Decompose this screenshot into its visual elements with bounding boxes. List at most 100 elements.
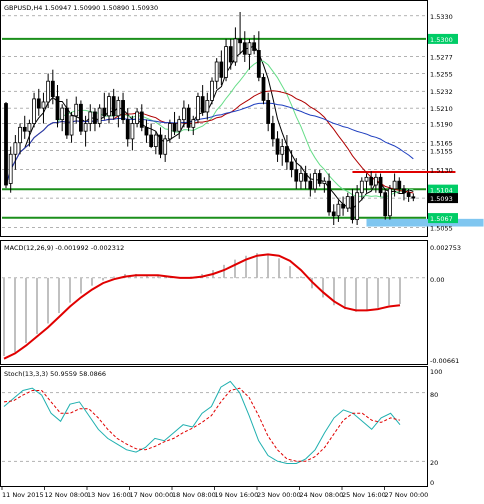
candle-body — [378, 176, 383, 194]
candle-body — [224, 46, 228, 78]
candle-body — [32, 98, 36, 124]
candle-body — [303, 173, 308, 182]
macd-axis-top: 0.002753 — [430, 244, 461, 252]
candle-body — [46, 80, 51, 103]
price-tick-label: 1.5232 — [430, 88, 453, 96]
candle-body — [336, 203, 341, 217]
stoch-axis-20: 20 — [430, 459, 438, 467]
price-tick-label: 1.5130 — [430, 167, 453, 175]
stoch-main-line — [3, 380, 401, 464]
candle-body — [97, 107, 102, 124]
macd-panel-frame — [0, 240, 428, 365]
stoch-axis-100: 100 — [430, 368, 442, 376]
candle-body — [397, 180, 402, 190]
candle-body — [107, 96, 111, 117]
candle-body — [18, 126, 22, 144]
candle-body — [247, 42, 252, 55]
time-axis: 11 Nov 2015 12 Nov 08:0013 Nov 16:0017 No… — [1, 487, 429, 499]
candle-body — [238, 38, 242, 44]
candle-body — [364, 176, 369, 182]
time-tick-label: 23 Nov 00:00 — [257, 491, 301, 499]
candle-body — [275, 138, 280, 155]
candle-body — [27, 123, 32, 132]
time-tick-label: 24 Nov 08:00 — [300, 491, 344, 499]
time-tick-label: 19 Nov 16:00 — [215, 491, 259, 499]
macd-axis-zero: 0.00 — [430, 276, 444, 284]
stoch-panel — [2, 380, 426, 464]
candle-body — [261, 76, 266, 101]
macd-label: MACD(12,26,9) -0.001992 -0.002312 — [4, 244, 124, 252]
candle-body — [125, 119, 130, 140]
candle-body — [93, 111, 97, 124]
price-axis: 1.5330 1.5300 1.5277 1.5255 1.5232 1.5210 1.51… — [428, 13, 458, 232]
candle-body — [252, 42, 257, 51]
candle-body — [8, 153, 13, 184]
candle-body — [121, 100, 125, 121]
candle-body — [350, 196, 355, 221]
candle-body — [359, 180, 364, 194]
candle-body — [69, 115, 74, 136]
candle-body — [36, 98, 41, 109]
candle-body — [83, 123, 88, 132]
candle-body — [228, 46, 233, 63]
price-tick-label: 1.5255 — [430, 71, 453, 79]
candle-body — [406, 192, 411, 197]
stoch-panel-frame — [0, 366, 428, 487]
macd-axis-bottom: -0.00661 — [430, 357, 459, 365]
price-tick-label: 1.5300 — [430, 36, 453, 44]
candle-body — [196, 96, 200, 121]
stoch-label: Stoch(13,3,3) 50.9559 58.0866 — [4, 370, 106, 378]
candle-body — [102, 107, 107, 117]
candles — [4, 11, 416, 226]
candle-body — [285, 146, 289, 163]
candle-body — [392, 180, 397, 190]
candle-body — [355, 192, 360, 221]
candle-body — [167, 123, 172, 140]
time-tick-label: 11 Nov 2015 — [2, 491, 44, 499]
candle-body — [64, 107, 69, 136]
price-tick-label: 1.5155 — [430, 147, 453, 155]
candle-body — [411, 196, 416, 199]
candle-body — [369, 176, 374, 186]
time-tick-label: 12 Nov 08:00 — [45, 491, 89, 499]
price-tick-label: 1.5067 — [430, 215, 453, 223]
candle-body — [116, 100, 121, 117]
candle-body — [135, 111, 139, 124]
time-tick-label: 17 Nov 00:00 — [130, 491, 174, 499]
chart-window: 1.5330 1.5300 1.5277 1.5255 1.5232 1.5210 1.51… — [0, 0, 484, 500]
candle-body — [383, 192, 388, 217]
candle-body — [373, 176, 378, 186]
candle-body — [205, 100, 210, 113]
candle-body — [280, 146, 285, 155]
candle-body — [327, 180, 331, 213]
candle-body — [294, 169, 299, 182]
stoch-signal-line — [3, 387, 401, 462]
candle-body — [153, 134, 158, 147]
macd-signal-line — [3, 253, 401, 360]
candle-body — [331, 211, 336, 217]
candle-body — [111, 96, 116, 117]
candle-body — [22, 126, 27, 132]
candle-body — [299, 173, 303, 182]
candle-body — [182, 107, 186, 121]
candle-body — [219, 61, 224, 78]
candle-body — [177, 119, 182, 132]
candle-body — [345, 196, 350, 209]
candle-body — [50, 80, 55, 97]
candle-body — [144, 126, 149, 136]
candle-body — [79, 103, 83, 132]
time-tick-label: 27 Nov 00:00 — [385, 491, 429, 499]
candle-body — [74, 103, 79, 117]
candle-body — [242, 42, 247, 55]
candle-body — [256, 50, 261, 78]
price-tick-label: 1.5210 — [430, 105, 453, 113]
stoch-axis-0: 0 — [430, 479, 434, 487]
candle-body — [233, 38, 238, 63]
candle-body — [88, 111, 93, 124]
price-tick-label: 1.5330 — [430, 13, 453, 21]
candle-body — [4, 103, 8, 186]
candle-body — [210, 80, 214, 101]
candle-body — [270, 123, 275, 140]
candle-body — [149, 134, 154, 147]
candle-body — [322, 180, 327, 184]
